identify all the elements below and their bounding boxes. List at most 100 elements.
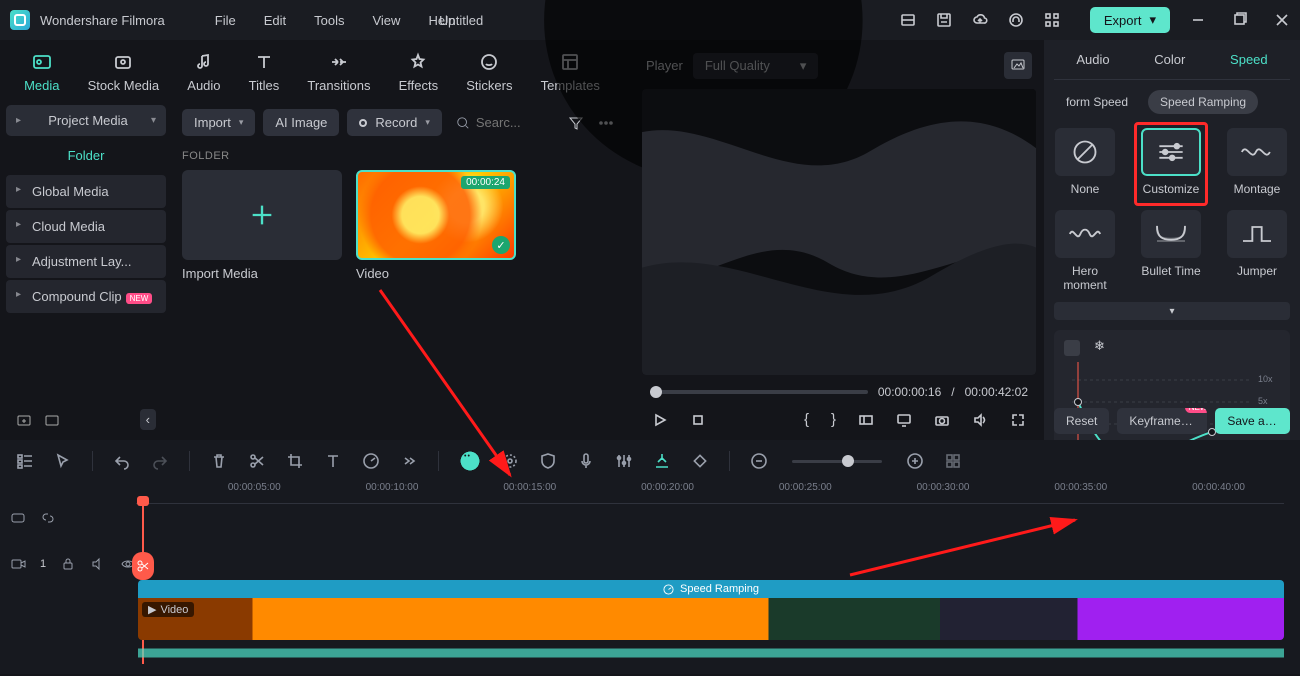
split-icon[interactable] bbox=[248, 452, 266, 470]
fullscreen-icon[interactable] bbox=[1010, 412, 1026, 428]
tab-titles[interactable]: Titles bbox=[249, 52, 280, 93]
ratio-icon[interactable] bbox=[858, 412, 874, 428]
ai-assist-icon[interactable] bbox=[459, 450, 481, 472]
subtab-speed-ramping[interactable]: Speed Ramping bbox=[1148, 90, 1258, 114]
preset-none[interactable]: None bbox=[1054, 128, 1116, 196]
zoom-slider[interactable] bbox=[792, 460, 882, 463]
import-media-tile[interactable]: Import Media bbox=[182, 170, 342, 287]
mic-icon[interactable] bbox=[577, 452, 595, 470]
tab-speed-props[interactable]: Speed bbox=[1222, 48, 1276, 71]
video-clip[interactable]: ▶Video bbox=[138, 598, 1284, 640]
app-logo-icon bbox=[10, 10, 30, 30]
text-icon[interactable] bbox=[324, 452, 342, 470]
maximize-icon[interactable] bbox=[1232, 12, 1248, 28]
redo-icon[interactable] bbox=[151, 452, 169, 470]
more-tools-icon[interactable] bbox=[400, 452, 418, 470]
export-button[interactable]: Export ▾ bbox=[1090, 7, 1170, 33]
import-dropdown[interactable]: Import▾ bbox=[182, 109, 255, 136]
save-custom-button[interactable]: Save as cus... bbox=[1215, 408, 1290, 434]
freeze-frame-icon[interactable] bbox=[1094, 340, 1110, 356]
minimize-icon[interactable] bbox=[1190, 12, 1206, 28]
snapshot-icon[interactable] bbox=[1004, 52, 1032, 79]
preset-customize[interactable]: Customize bbox=[1140, 128, 1202, 196]
menu-edit[interactable]: Edit bbox=[264, 13, 286, 28]
undo-icon[interactable] bbox=[113, 452, 131, 470]
delete-icon[interactable] bbox=[210, 452, 228, 470]
tab-effects[interactable]: Effects bbox=[399, 52, 439, 93]
record-dropdown[interactable]: Record▾ bbox=[347, 109, 441, 136]
preview-viewport[interactable] bbox=[642, 89, 1036, 375]
menu-file[interactable]: File bbox=[215, 13, 236, 28]
titlebar-icons bbox=[900, 12, 1060, 28]
keyframe-path-button[interactable]: Keyframe P...NEW bbox=[1117, 408, 1207, 434]
play-icon[interactable] bbox=[652, 412, 668, 428]
current-timecode: 00:00:00:16 bbox=[878, 385, 941, 399]
link-tracks-icon[interactable] bbox=[10, 510, 26, 526]
expand-presets[interactable]: ▾ bbox=[1054, 302, 1290, 320]
save-icon[interactable] bbox=[936, 12, 952, 28]
tab-media[interactable]: Media bbox=[24, 52, 59, 93]
tab-stock-media[interactable]: Stock Media bbox=[88, 52, 160, 93]
volume-icon[interactable] bbox=[972, 412, 988, 428]
shield-icon[interactable] bbox=[539, 452, 557, 470]
speed-icon[interactable] bbox=[362, 452, 380, 470]
close-icon[interactable] bbox=[1274, 12, 1290, 28]
video-track[interactable]: Speed Ramping ▶Video bbox=[138, 580, 1284, 664]
search-icon bbox=[456, 116, 470, 130]
audio-waveform[interactable] bbox=[138, 642, 1284, 664]
new-folder-icon[interactable] bbox=[16, 412, 32, 428]
tab-color-props[interactable]: Color bbox=[1146, 48, 1193, 71]
mixer-icon[interactable] bbox=[615, 452, 633, 470]
sidebar-item-adjustment-layer[interactable]: Adjustment Lay... bbox=[6, 245, 166, 278]
sidebar-item-global-media[interactable]: Global Media bbox=[6, 175, 166, 208]
collapse-sidebar-icon[interactable]: ‹ bbox=[140, 409, 156, 430]
titlebar: Wondershare Filmora File Edit Tools View… bbox=[0, 0, 1300, 40]
project-media-button[interactable]: Project Media▾ bbox=[6, 105, 166, 136]
preset-jumper[interactable]: Jumper bbox=[1226, 210, 1288, 292]
main-menu: File Edit Tools View Help bbox=[215, 13, 455, 28]
subtab-uniform-speed[interactable]: form Speed bbox=[1054, 90, 1140, 114]
timeline-ruler[interactable]: 00:00:05:00 00:00:10:00 00:00:15:00 00:0… bbox=[136, 482, 1284, 504]
ramp-toggle-icon[interactable] bbox=[1064, 340, 1080, 356]
support-icon[interactable] bbox=[1008, 12, 1024, 28]
preset-bullet-time[interactable]: Bullet Time bbox=[1140, 210, 1202, 292]
sidebar-item-cloud-media[interactable]: Cloud Media bbox=[6, 210, 166, 243]
lock-icon[interactable] bbox=[60, 556, 76, 572]
reset-button[interactable]: Reset bbox=[1054, 408, 1109, 434]
cloud-icon[interactable] bbox=[972, 12, 988, 28]
video-track-icon[interactable] bbox=[10, 556, 26, 572]
tracks-icon[interactable] bbox=[16, 452, 34, 470]
crop-icon[interactable] bbox=[286, 452, 304, 470]
pointer-icon[interactable] bbox=[54, 452, 72, 470]
preset-montage[interactable]: Montage bbox=[1226, 128, 1288, 196]
zoom-out-icon[interactable] bbox=[750, 452, 768, 470]
camera-icon[interactable] bbox=[934, 412, 950, 428]
speed-ramping-indicator: Speed Ramping bbox=[138, 580, 1284, 598]
menu-view[interactable]: View bbox=[372, 13, 400, 28]
marker-icon[interactable] bbox=[653, 452, 671, 470]
monitor-icon[interactable] bbox=[896, 412, 912, 428]
mute-icon[interactable] bbox=[90, 556, 106, 572]
zoom-in-icon[interactable] bbox=[906, 452, 924, 470]
mark-out-icon[interactable]: } bbox=[831, 411, 836, 428]
svg-text:10x: 10x bbox=[1258, 374, 1273, 384]
mark-in-icon[interactable]: { bbox=[804, 411, 809, 428]
menu-tools[interactable]: Tools bbox=[314, 13, 344, 28]
color-sample-icon[interactable] bbox=[501, 452, 519, 470]
stop-icon[interactable] bbox=[690, 412, 706, 428]
video-clip-tile[interactable]: 00:00:24 Video bbox=[356, 170, 516, 287]
link-icon[interactable] bbox=[40, 510, 56, 526]
scrub-slider[interactable] bbox=[650, 390, 868, 394]
apps-icon[interactable] bbox=[1044, 12, 1060, 28]
cut-handle[interactable] bbox=[132, 552, 154, 580]
ai-image-button[interactable]: AI Image bbox=[263, 109, 339, 136]
tab-audio-props[interactable]: Audio bbox=[1068, 48, 1117, 71]
tab-audio[interactable]: Audio bbox=[187, 52, 220, 93]
new-bin-icon[interactable] bbox=[44, 412, 60, 428]
preset-hero-moment[interactable]: Hero moment bbox=[1054, 210, 1116, 292]
tab-transitions[interactable]: Transitions bbox=[307, 52, 370, 93]
svg-text:5x: 5x bbox=[1258, 396, 1268, 406]
keyframe-icon[interactable] bbox=[691, 452, 709, 470]
sidebar-item-compound-clip[interactable]: Compound ClipNEW bbox=[6, 280, 166, 313]
zoom-fit-icon[interactable] bbox=[944, 452, 962, 470]
